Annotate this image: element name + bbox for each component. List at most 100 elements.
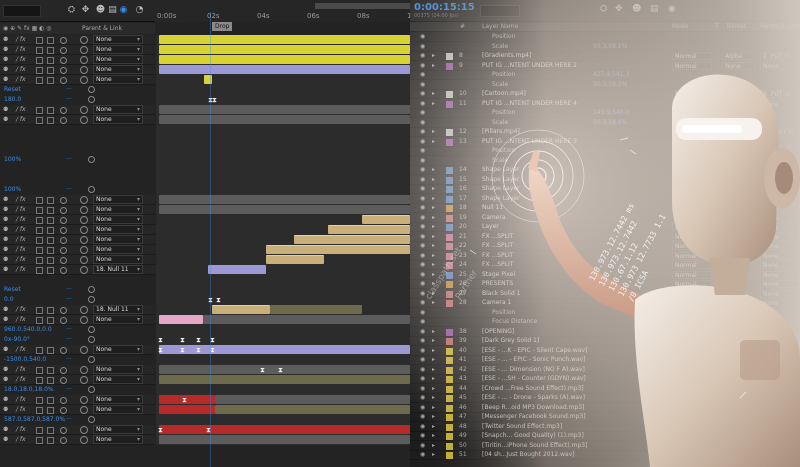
pickwhip-icon[interactable] xyxy=(80,226,88,234)
label-color-swatch[interactable] xyxy=(446,100,453,108)
layer-row[interactable]: ◉ ▸ 27 Black Solid 1 Normal None xyxy=(410,289,800,299)
property-row[interactable]: ◉ Scale 50.3,58.9% xyxy=(410,119,800,128)
layer-name[interactable]: [Twitter Sound Effect.mp3] xyxy=(482,423,562,430)
layer-row[interactable]: ◉ ▸ 51 [04 sh...Just Bought 2012.wav] None xyxy=(410,451,800,460)
adjustment-switch-icon[interactable] xyxy=(60,37,67,44)
parent-select[interactable]: None xyxy=(93,245,143,254)
parent-select[interactable]: None xyxy=(93,35,143,44)
track-row[interactable] xyxy=(156,205,410,215)
layer-duration-bar[interactable] xyxy=(159,35,410,44)
visibility-eye-icon[interactable]: ◉ xyxy=(420,233,425,240)
solo-switch-icon[interactable]: ⚉ xyxy=(3,36,8,43)
track-row[interactable] xyxy=(156,45,410,55)
property-row[interactable]: ◉ Position 143.9,540.0 xyxy=(410,109,800,118)
frame-blend-icon[interactable]: ▤ xyxy=(650,4,659,14)
fx-switch-icon[interactable]: / fx xyxy=(16,406,26,413)
layer-name[interactable]: Shape Layer xyxy=(482,176,519,183)
flowchart-icon[interactable]: ⛭ xyxy=(600,4,607,14)
expand-arrow-icon[interactable]: ▸ xyxy=(432,223,435,230)
motion-blur-icon[interactable]: ◉ xyxy=(118,5,129,16)
blend-mode-select[interactable]: Normal xyxy=(672,251,712,260)
visibility-eye-icon[interactable]: ◉ xyxy=(420,280,425,287)
parent-select[interactable]: 18. Null 11 xyxy=(93,305,143,314)
visibility-eye-icon[interactable]: ◉ xyxy=(420,366,425,373)
parent-select[interactable]: None xyxy=(760,166,800,174)
motion-blur-box[interactable] xyxy=(47,57,54,64)
label-color-swatch[interactable] xyxy=(446,167,453,174)
property-row[interactable]: 0.0 ··· xyxy=(0,295,155,305)
solo-switch-icon[interactable]: ⚉ xyxy=(3,436,8,443)
layer-row[interactable]: ⚉ / fx None xyxy=(0,55,155,65)
motion-blur-icon[interactable]: ◉ xyxy=(668,4,676,14)
track-row[interactable] xyxy=(156,85,410,95)
property-row[interactable]: Reset ··· xyxy=(0,85,155,95)
column-layer-name[interactable]: Layer Name xyxy=(482,23,518,30)
layer-row[interactable]: ◉ ▸ 50 [Tiritin...iPhone Sound Effect).mp3]… xyxy=(410,441,800,451)
label-color-swatch[interactable] xyxy=(446,91,453,98)
layer-duration-bar[interactable] xyxy=(294,235,410,244)
motion-blur-box[interactable] xyxy=(47,117,54,124)
layer-row[interactable]: ◉ ▸ 17 Shape Layer Normal None xyxy=(410,194,800,204)
layer-row[interactable]: ◉ ▸ 15 Shape Layer Normal None xyxy=(410,175,800,185)
blend-mode-select[interactable]: Normal xyxy=(672,261,712,269)
expression-pickwhip-icon[interactable] xyxy=(88,386,95,393)
layer-name[interactable]: [Tiritin...iPhone Sound Effect).mp3] xyxy=(482,442,587,449)
track-row[interactable] xyxy=(156,215,410,225)
visibility-eye-icon[interactable]: ◉ xyxy=(420,318,425,325)
property-value[interactable]: 56.3,59.1% xyxy=(593,43,627,50)
keyframe-icon[interactable]: ⧗ xyxy=(216,296,221,305)
solo-switch-icon[interactable]: ⚉ xyxy=(3,76,8,83)
expand-arrow-icon[interactable]: ▸ xyxy=(432,299,435,306)
motion-blur-box[interactable] xyxy=(47,227,54,234)
visibility-eye-icon[interactable]: ◉ xyxy=(420,242,425,249)
property-row[interactable]: 18.0,18.0,18.0% ··· xyxy=(0,385,155,395)
parent-select[interactable]: None xyxy=(93,345,143,354)
pickwhip-icon[interactable] xyxy=(80,56,88,64)
graph-editor-icon[interactable]: ◔ xyxy=(134,5,145,16)
label-color-swatch[interactable] xyxy=(446,214,453,222)
layer-row[interactable]: ⚉ / fx None xyxy=(0,225,155,235)
timeline-marker[interactable]: Drop xyxy=(212,22,233,31)
solo-switch-icon[interactable]: ⚉ xyxy=(3,66,8,73)
property-row[interactable]: ◉ Position xyxy=(410,309,800,318)
motion-blur-box[interactable] xyxy=(47,427,54,434)
layer-row[interactable]: ◉ ▸ 9 PUT IG ...NTENT UNDER HERE 2 Normal Non… xyxy=(410,61,800,71)
motion-blur-box[interactable] xyxy=(47,257,54,264)
track-row[interactable]: ⧗ ⧗ xyxy=(156,295,410,305)
layer-row[interactable]: ◉ ▸ 25 Stage Pixel Normal None xyxy=(410,270,800,280)
property-row[interactable]: ◉ Position 427.4,541.3 xyxy=(410,71,800,80)
layer-row[interactable]: ◉ ▸ 49 [Snapch... Good Quality) (1).mp3] Non… xyxy=(410,432,800,441)
parent-select[interactable]: None xyxy=(760,261,800,269)
label-color-swatch[interactable] xyxy=(446,404,453,412)
layer-duration-bar[interactable] xyxy=(215,405,410,414)
track-row[interactable] xyxy=(156,155,410,165)
layer-duration-bar[interactable] xyxy=(362,215,410,224)
blend-mode-select[interactable]: Normal xyxy=(672,52,712,60)
track-row[interactable] xyxy=(156,405,410,415)
motion-blur-box[interactable] xyxy=(47,237,54,244)
layer-name[interactable]: PUT IG ...NTENT UNDER HERE 3 xyxy=(482,138,577,145)
blend-mode-select[interactable]: Normal xyxy=(672,327,712,336)
expression-pickwhip-icon[interactable] xyxy=(88,96,95,103)
pickwhip-icon[interactable] xyxy=(80,396,88,404)
frame-blend-box[interactable] xyxy=(36,347,43,354)
parent-select[interactable]: None xyxy=(93,375,143,384)
layer-name[interactable]: PUT IG ...NTENT UNDER HERE 2 xyxy=(482,62,577,69)
label-color-swatch[interactable] xyxy=(446,290,453,298)
adjustment-switch-icon[interactable] xyxy=(60,317,67,324)
adjustment-switch-icon[interactable] xyxy=(60,77,67,84)
visibility-eye-icon[interactable]: ◉ xyxy=(420,223,425,230)
label-color-swatch[interactable] xyxy=(446,395,453,402)
layer-name[interactable]: Shape Layer xyxy=(482,166,519,173)
pickwhip-icon[interactable] xyxy=(80,106,88,114)
visibility-eye-icon[interactable]: ◉ xyxy=(420,309,425,316)
track-row[interactable] xyxy=(156,325,410,335)
motion-blur-box[interactable] xyxy=(47,197,54,204)
adjustment-switch-icon[interactable] xyxy=(60,117,67,124)
label-color-swatch[interactable] xyxy=(446,281,453,288)
layer-duration-bar[interactable] xyxy=(215,395,410,404)
fx-switch-icon[interactable]: / fx xyxy=(16,376,26,383)
layer-row[interactable]: ⚉ / fx None xyxy=(0,315,155,325)
layer-row[interactable]: ⚉ / fx None xyxy=(0,245,155,255)
parent-select[interactable]: None xyxy=(760,384,800,393)
